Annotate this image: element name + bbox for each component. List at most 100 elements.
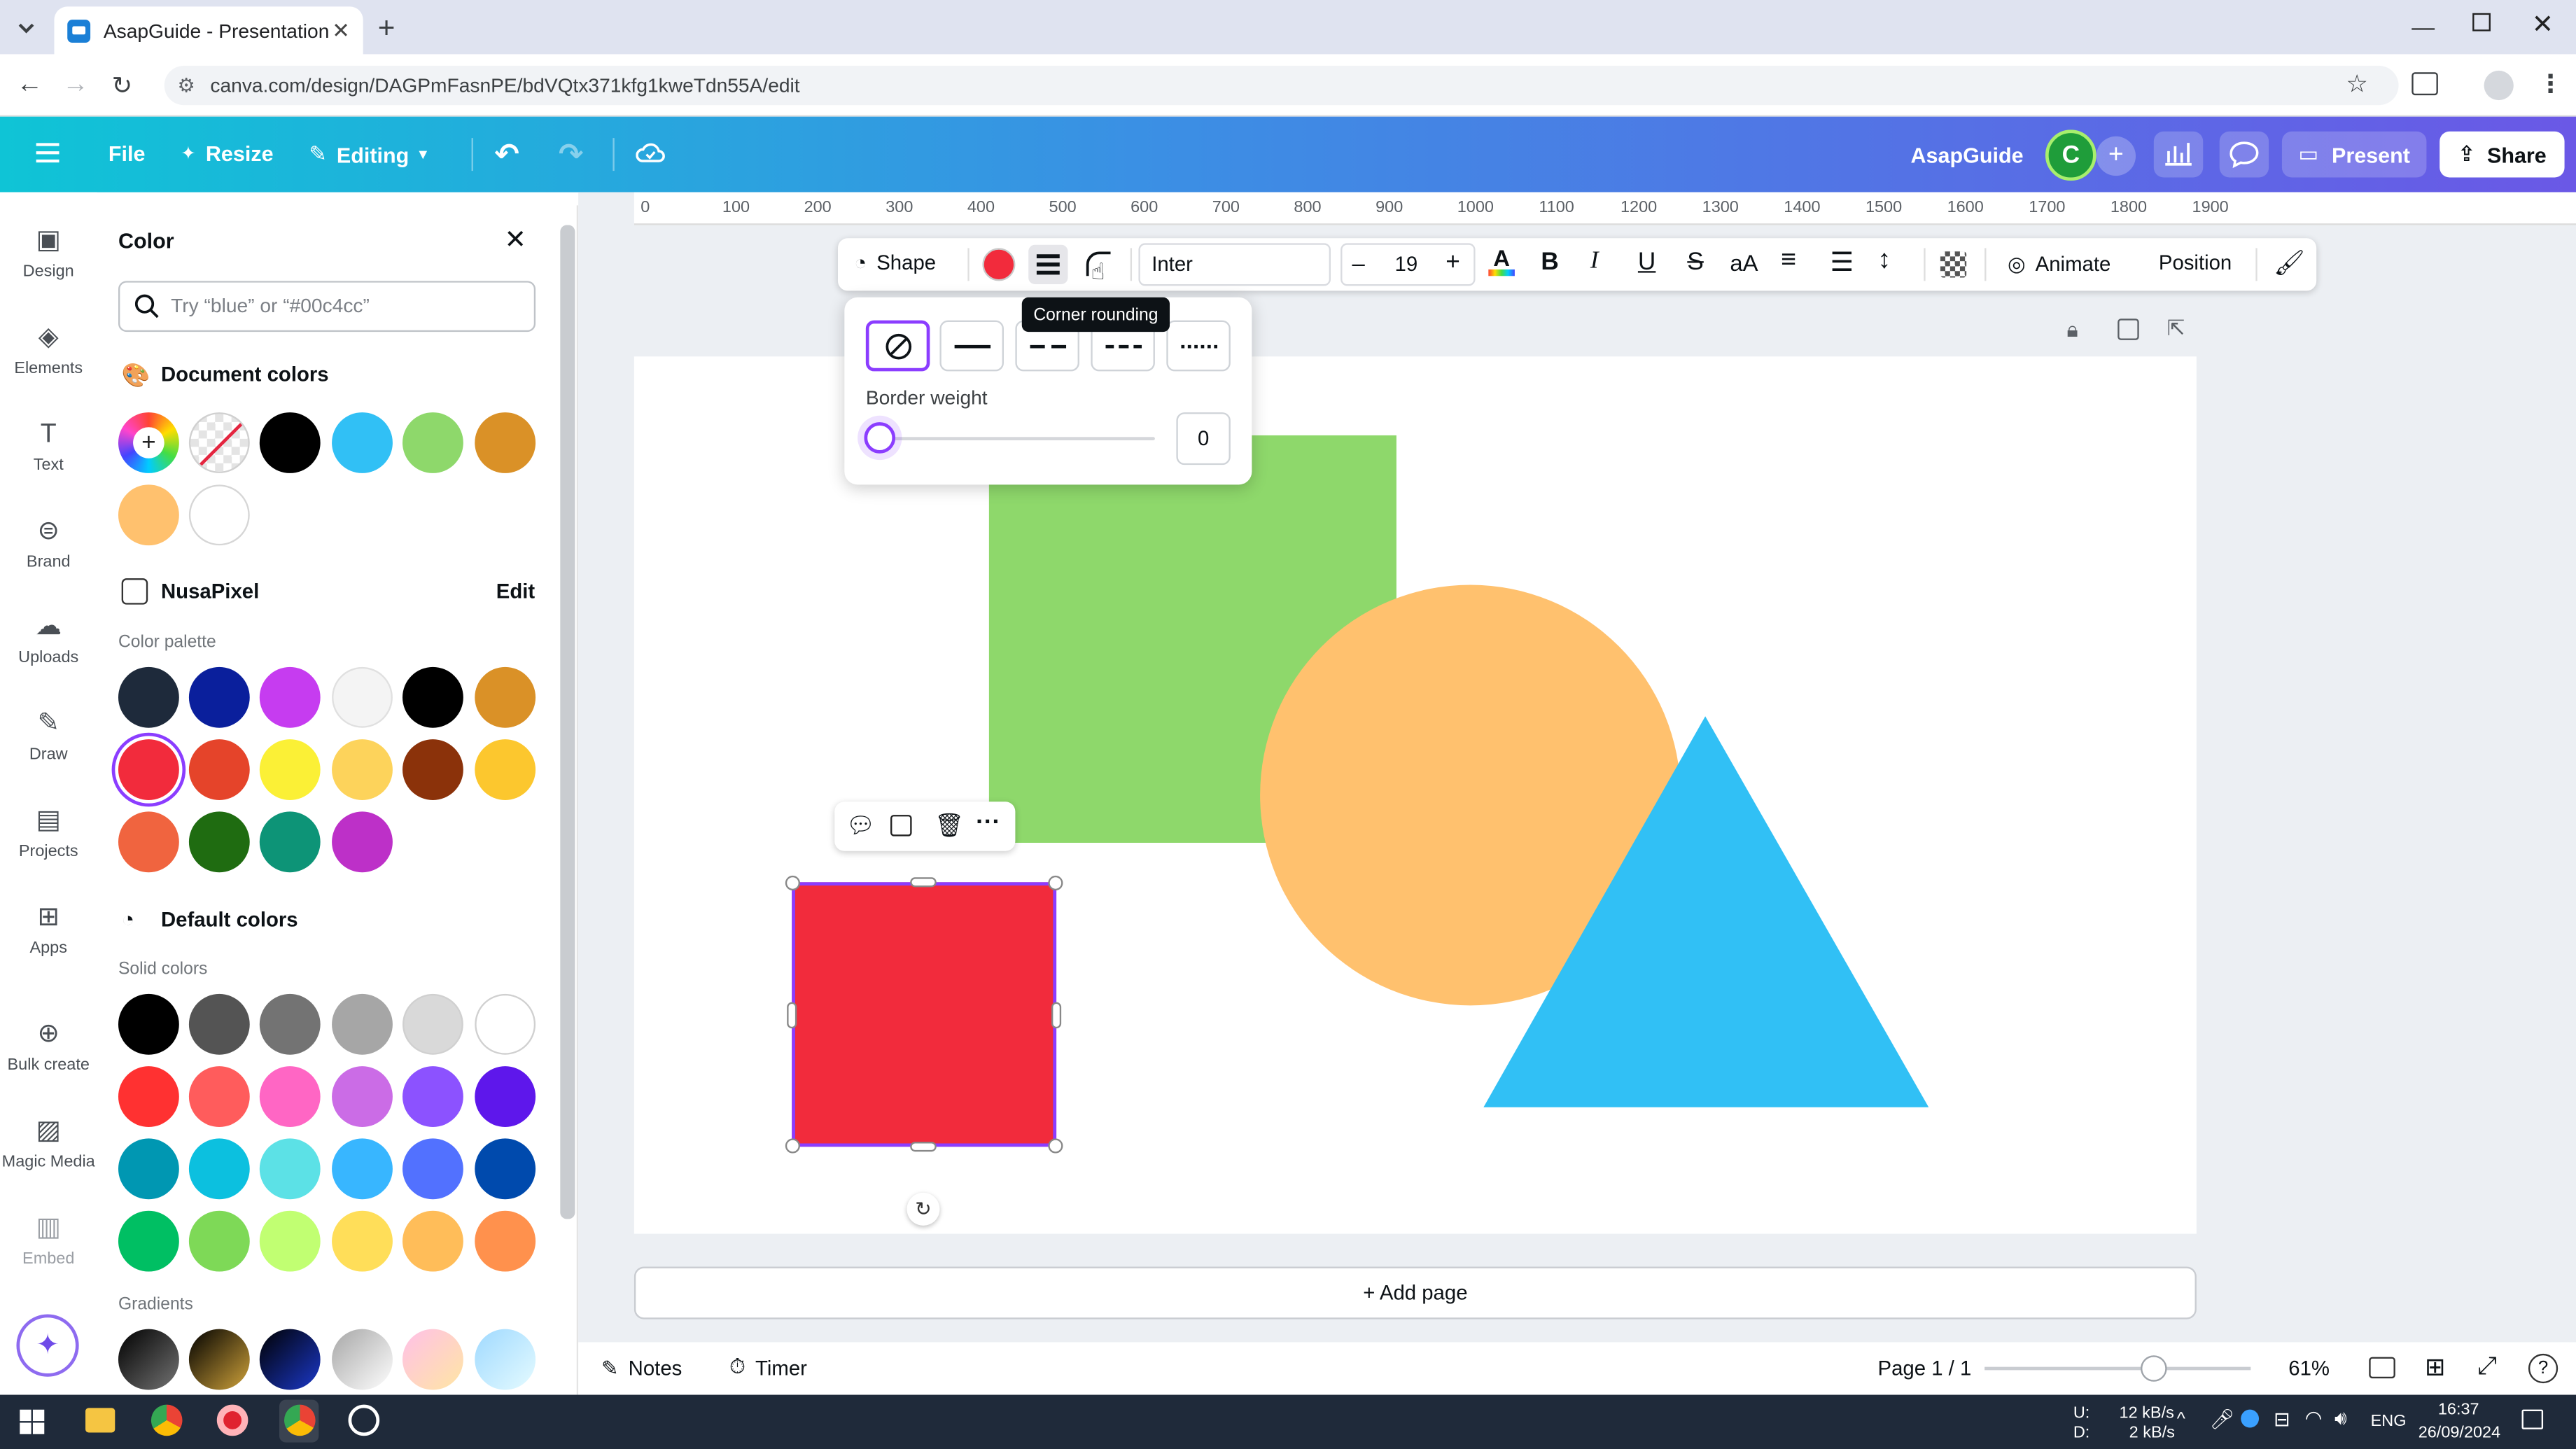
present-button[interactable]: ▭ Present bbox=[2281, 131, 2427, 178]
rotate-handle-icon[interactable]: ↻ bbox=[906, 1192, 940, 1226]
text-color-button[interactable]: A bbox=[1488, 246, 1515, 276]
language-indicator[interactable]: ENG bbox=[2371, 1413, 2407, 1431]
extensions-icon[interactable] bbox=[2412, 72, 2438, 96]
profile-avatar-icon[interactable] bbox=[2484, 70, 2514, 101]
duplicate-page-icon[interactable] bbox=[2118, 318, 2139, 340]
add-color-button[interactable]: + bbox=[118, 412, 179, 473]
gradient-swatch[interactable] bbox=[332, 1329, 393, 1390]
border-weight-track[interactable] bbox=[878, 437, 1155, 440]
obs-icon[interactable] bbox=[348, 1404, 380, 1436]
forward-icon[interactable]: → bbox=[62, 71, 89, 100]
close-tab-icon[interactable]: ✕ bbox=[332, 18, 350, 44]
no-color-swatch[interactable] bbox=[188, 412, 250, 473]
gradient-swatch[interactable] bbox=[402, 1329, 463, 1390]
list-icon[interactable]: ☰ bbox=[1830, 246, 1854, 279]
chrome-active-icon[interactable] bbox=[284, 1404, 316, 1436]
resize-handle[interactable] bbox=[1048, 875, 1063, 891]
pages-view-icon[interactable] bbox=[2369, 1357, 2395, 1379]
editing-mode-button[interactable]: ✎ Editing ▾ bbox=[309, 141, 427, 168]
solid-color-swatch[interactable] bbox=[259, 1210, 321, 1272]
tab-list-icon[interactable] bbox=[13, 15, 40, 41]
increase-font-icon[interactable]: + bbox=[1446, 248, 1460, 276]
shape-button[interactable]: ◔ Shape bbox=[854, 251, 936, 274]
browser-menu-icon[interactable]: ⋮ bbox=[2538, 69, 2563, 99]
notifications-icon[interactable] bbox=[2521, 1409, 2544, 1429]
clock-date[interactable]: 26/09/2024 bbox=[2418, 1424, 2500, 1443]
tray-network-icon[interactable]: ⊟ bbox=[2274, 1408, 2290, 1431]
solid-color-swatch[interactable] bbox=[475, 1210, 536, 1272]
close-panel-icon[interactable]: ✕ bbox=[505, 223, 526, 256]
redo-icon[interactable]: ↷ bbox=[559, 138, 583, 172]
help-icon[interactable]: ? bbox=[2528, 1353, 2558, 1384]
solid-color-swatch[interactable] bbox=[259, 1138, 321, 1200]
brand-name[interactable]: AsapGuide bbox=[1910, 143, 2023, 167]
zoom-value[interactable]: 61% bbox=[2288, 1357, 2330, 1380]
recorder-icon[interactable] bbox=[216, 1404, 248, 1436]
solid-color-swatch[interactable] bbox=[188, 1138, 250, 1200]
back-icon[interactable]: ← bbox=[16, 71, 43, 100]
rail-item-magic-media[interactable]: ▨ Magic Media bbox=[0, 1116, 97, 1171]
file-explorer-icon[interactable] bbox=[85, 1408, 115, 1433]
resize-button[interactable]: ✦ Resize bbox=[181, 141, 273, 166]
solid-color-swatch[interactable] bbox=[475, 1138, 536, 1200]
rail-item-uploads[interactable]: ☁ Uploads bbox=[0, 611, 97, 666]
decrease-font-icon[interactable]: – bbox=[1352, 250, 1365, 276]
italic-icon[interactable]: I bbox=[1590, 248, 1599, 276]
clock-time[interactable]: 16:37 bbox=[2438, 1401, 2479, 1420]
share-button[interactable]: ⇪ Share bbox=[2440, 131, 2565, 178]
palette-swatch[interactable] bbox=[259, 811, 321, 873]
resize-handle[interactable] bbox=[910, 1142, 937, 1152]
solid-color-swatch[interactable] bbox=[475, 1066, 536, 1128]
magic-assistant-icon[interactable]: ✦ bbox=[16, 1314, 79, 1377]
more-options-icon[interactable]: ··· bbox=[976, 808, 1000, 836]
windows-start-icon[interactable] bbox=[20, 1409, 45, 1434]
panel-scrollbar[interactable] bbox=[560, 225, 575, 1219]
palette-swatch[interactable] bbox=[332, 811, 393, 873]
solid-color-swatch[interactable] bbox=[118, 1138, 179, 1200]
url-text[interactable]: canva.com/design/DAGPmFasnPE/bdVQtx371kf… bbox=[210, 74, 799, 97]
fill-color-button[interactable] bbox=[982, 248, 1016, 281]
gradient-swatch[interactable] bbox=[475, 1329, 536, 1390]
solid-color-swatch[interactable] bbox=[332, 993, 393, 1055]
palette-swatch[interactable] bbox=[402, 739, 463, 800]
font-family-dropdown[interactable]: Inter bbox=[1138, 243, 1331, 286]
palette-swatch[interactable] bbox=[332, 739, 393, 800]
trash-icon[interactable]: 🗑︎ bbox=[934, 811, 964, 839]
resize-handle[interactable] bbox=[785, 1138, 800, 1154]
solid-color-swatch[interactable] bbox=[402, 1138, 463, 1200]
zoom-slider-track[interactable] bbox=[1984, 1366, 2251, 1371]
transparency-icon[interactable] bbox=[1940, 251, 1967, 278]
underline-icon[interactable]: U bbox=[1638, 248, 1656, 276]
solid-color-swatch[interactable] bbox=[188, 993, 250, 1055]
rail-item-brand[interactable]: ⊜ Brand bbox=[0, 516, 97, 571]
tray-app-icon[interactable] bbox=[2241, 1409, 2260, 1428]
rail-item-text[interactable]: T Text bbox=[0, 419, 97, 475]
palette-swatch[interactable] bbox=[259, 739, 321, 800]
gradient-swatch[interactable] bbox=[118, 1329, 179, 1390]
border-weight-slider-thumb[interactable] bbox=[864, 422, 896, 454]
lock-icon[interactable]: 🔒︎ bbox=[2066, 317, 2078, 344]
palette-swatch[interactable] bbox=[118, 811, 179, 873]
insights-button[interactable] bbox=[2153, 131, 2204, 178]
file-menu-button[interactable]: File bbox=[108, 141, 146, 166]
notes-button[interactable]: ✎ Notes bbox=[601, 1355, 682, 1380]
palette-swatch[interactable] bbox=[118, 666, 179, 728]
site-info-icon[interactable]: ⚙ bbox=[177, 74, 195, 97]
gradient-swatch[interactable] bbox=[188, 1329, 250, 1390]
page-indicator[interactable]: Page 1 / 1 bbox=[1878, 1357, 1972, 1380]
red-square-shape[interactable] bbox=[792, 882, 1057, 1147]
rail-item-design[interactable]: ▣ Design bbox=[0, 225, 97, 281]
solid-color-swatch[interactable] bbox=[402, 1066, 463, 1128]
palette-swatch[interactable] bbox=[188, 739, 250, 800]
no-border-option[interactable] bbox=[865, 320, 930, 372]
document-color-swatch[interactable] bbox=[332, 412, 393, 473]
copy-style-icon[interactable]: 🖌︎ bbox=[2274, 248, 2305, 278]
rail-item-bulk-create[interactable]: ⊕ Bulk create bbox=[0, 1018, 97, 1074]
blue-triangle-shape[interactable] bbox=[1483, 716, 1929, 1107]
solid-border-option[interactable] bbox=[939, 320, 1004, 372]
chrome-icon[interactable] bbox=[150, 1404, 183, 1436]
add-page-button[interactable]: + Add page bbox=[634, 1266, 2197, 1320]
volume-icon[interactable]: 🔊︎ bbox=[2334, 1406, 2347, 1431]
document-color-swatch[interactable] bbox=[118, 484, 179, 546]
solid-color-swatch[interactable] bbox=[118, 993, 179, 1055]
